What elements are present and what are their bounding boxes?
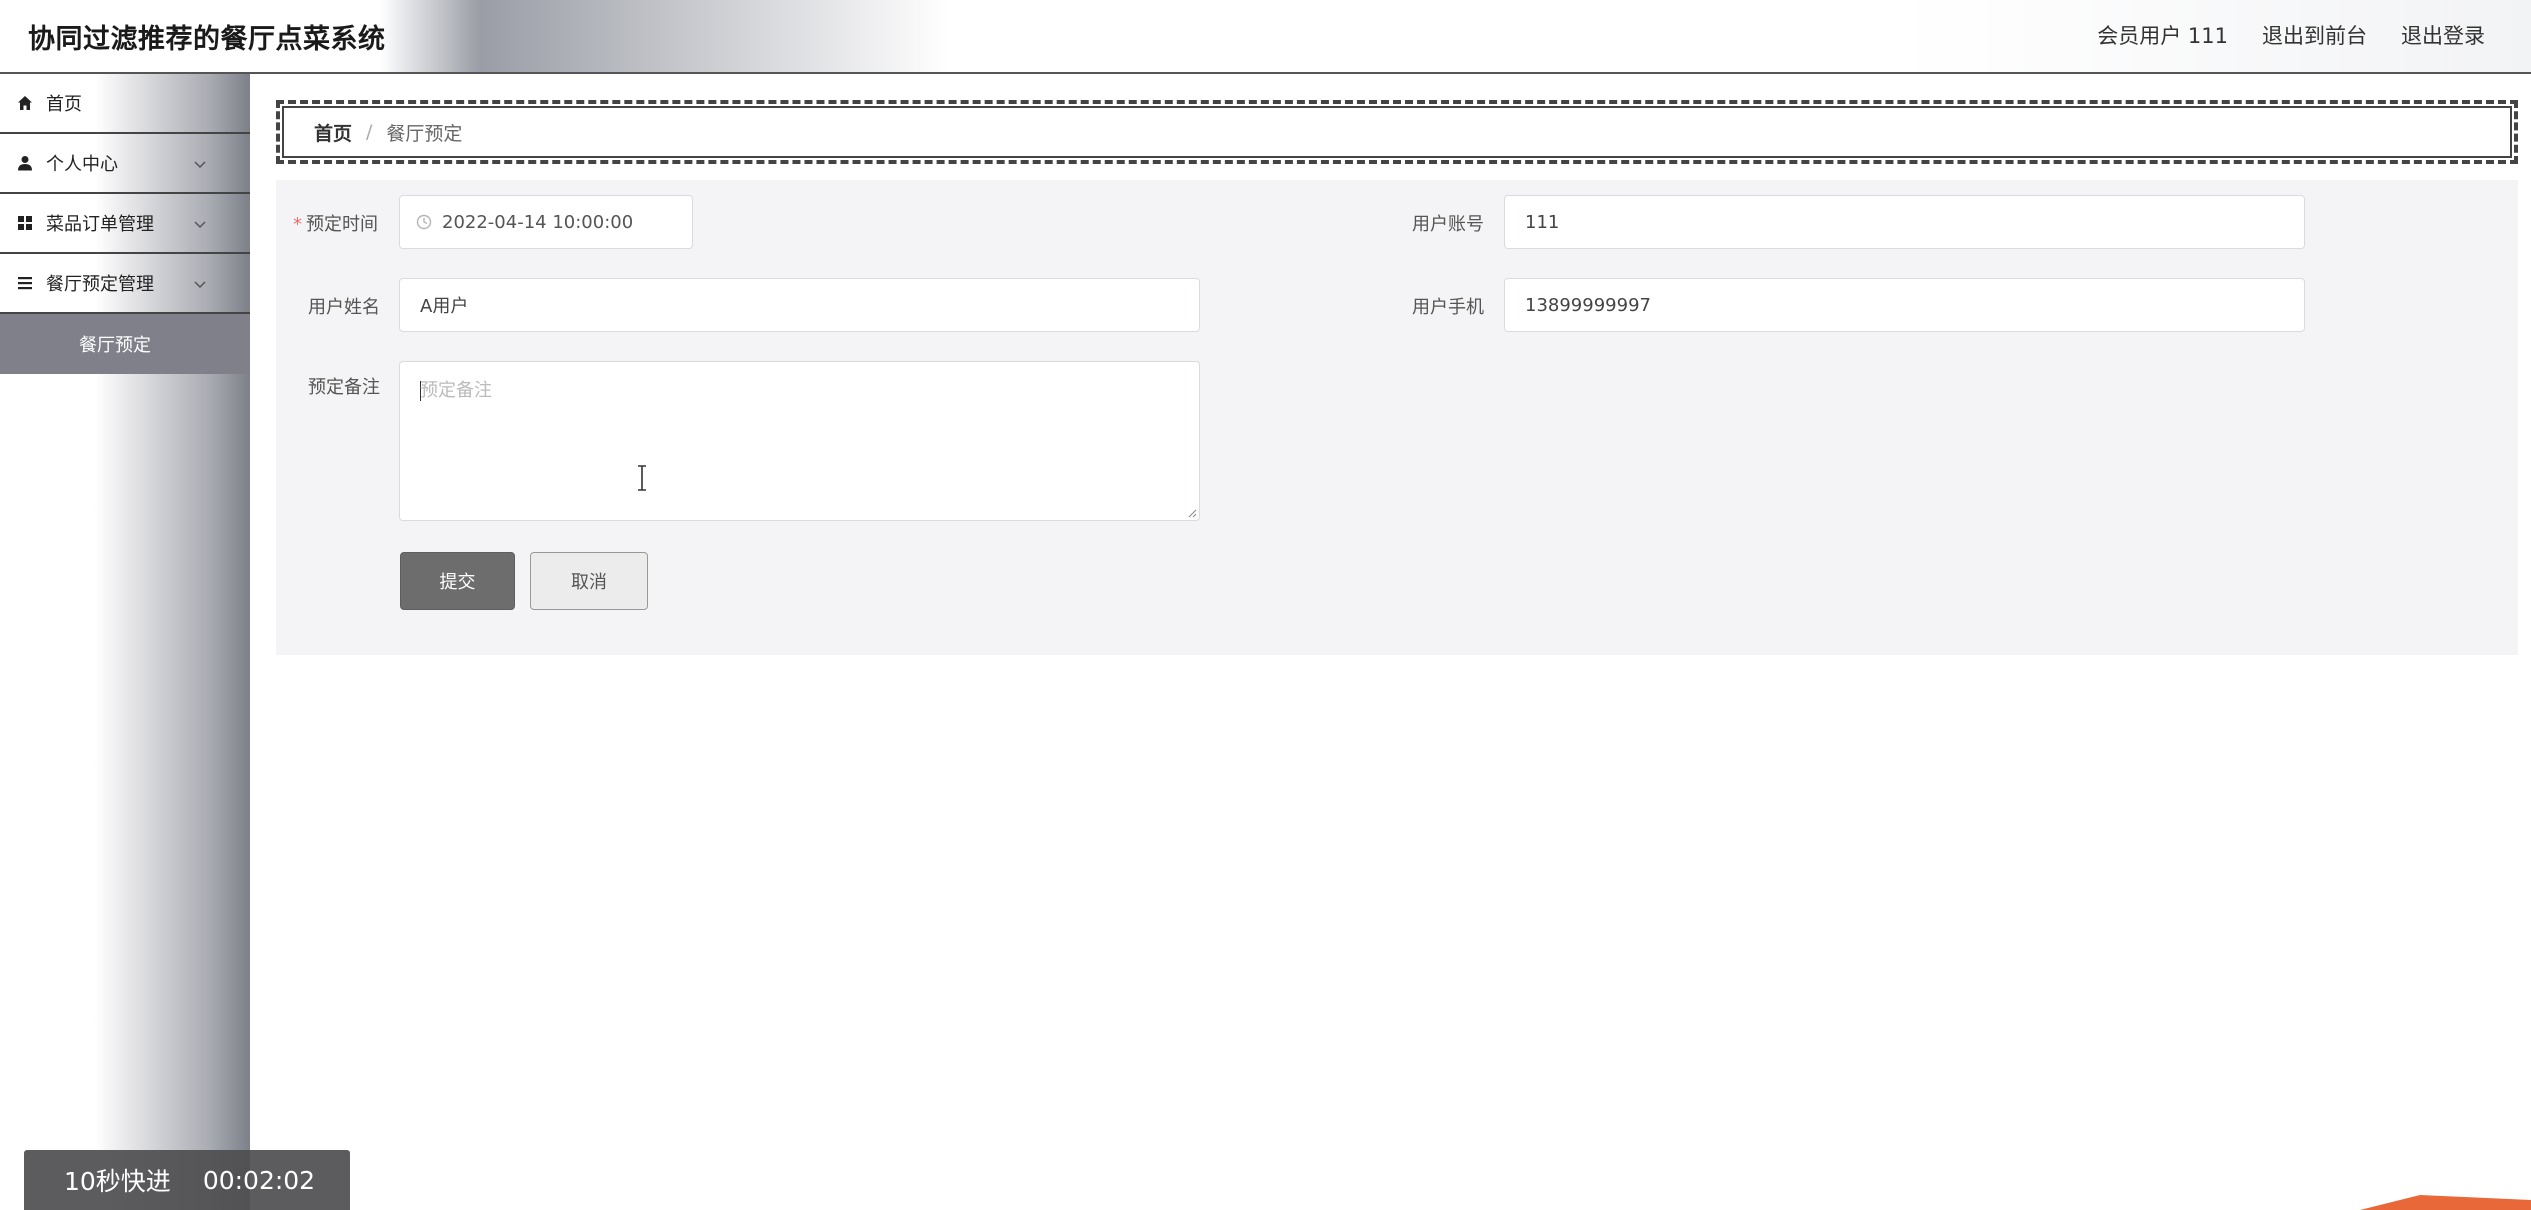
home-icon [16, 94, 34, 112]
sidebar-item-label: 餐厅预定管理 [46, 274, 154, 295]
sidebar-item-dish-orders[interactable]: 菜品订单管理 [0, 194, 250, 254]
reservation-form: * 预定时间 2022-04-14 10:00:00 用户账号 111 用户姓名 … [276, 180, 2518, 655]
note-label: 预定备注 [308, 377, 380, 398]
sidebar-item-label: 个人中心 [46, 154, 118, 175]
account-label: 用户账号 [1412, 214, 1484, 235]
sidebar: 首页 个人中心 菜品订单管理 餐厅预定管理 餐厅预定 [0, 74, 250, 1210]
sidebar-subitem-restaurant-reservation[interactable]: 餐厅预定 [0, 314, 250, 374]
phone-value: 13899999997 [1525, 294, 1651, 316]
name-value: A用户 [420, 296, 469, 317]
submit-button[interactable]: 提交 [400, 552, 515, 610]
required-mark: * [293, 214, 302, 235]
back-to-frontend-link[interactable]: 退出到前台 [2262, 20, 2367, 50]
app-title: 协同过滤推荐的餐厅点菜系统 [28, 24, 386, 55]
breadcrumb: 首页 / 餐厅预定 [276, 100, 2518, 164]
breadcrumb-current: 餐厅预定 [386, 122, 463, 145]
resize-handle-icon[interactable] [1187, 508, 1197, 518]
logout-link[interactable]: 退出登录 [2401, 20, 2485, 50]
grid-icon [16, 214, 34, 232]
header-links: 会员用户 111 退出到前台 退出登录 [2097, 20, 2485, 50]
clock-icon [416, 214, 432, 230]
reserve-time-label: * 预定时间 [293, 214, 378, 235]
ibeam-cursor-icon [638, 465, 646, 491]
top-header: 协同过滤推荐的餐厅点菜系统 会员用户 111 退出到前台 退出登录 [0, 0, 2531, 74]
breadcrumb-home[interactable]: 首页 [314, 119, 352, 146]
note-textarea[interactable]: 预定备注 [399, 361, 1200, 521]
reserve-time-picker[interactable]: 2022-04-14 10:00:00 [399, 195, 693, 249]
name-field[interactable]: A用户 [399, 278, 1200, 332]
sidebar-item-label: 菜品订单管理 [46, 214, 154, 235]
user-icon [16, 154, 34, 172]
account-value: 111 [1525, 211, 1560, 233]
playback-time: 00:02:02 [202, 1165, 316, 1195]
breadcrumb-separator: / [366, 121, 373, 143]
name-label: 用户姓名 [308, 297, 380, 318]
account-field[interactable]: 111 [1504, 195, 2305, 249]
sidebar-item-profile[interactable]: 个人中心 [0, 134, 250, 194]
reserve-time-value: 2022-04-14 10:00:00 [442, 211, 634, 233]
sidebar-item-label: 首页 [46, 94, 82, 115]
list-icon [16, 274, 34, 292]
corner-decoration [2360, 1195, 2531, 1210]
phone-label: 用户手机 [1412, 297, 1484, 318]
phone-field[interactable]: 13899999997 [1504, 278, 2305, 332]
chevron-down-icon [194, 161, 206, 169]
note-placeholder: 预定备注 [420, 380, 492, 401]
chevron-down-icon [194, 221, 206, 229]
sidebar-item-reservation-mgmt[interactable]: 餐厅预定管理 [0, 254, 250, 314]
chevron-down-icon [194, 281, 206, 289]
video-overlay: 10秒快进 00:02:02 [24, 1150, 350, 1210]
member-user-link[interactable]: 会员用户 111 [2097, 20, 2228, 50]
cancel-button[interactable]: 取消 [530, 552, 648, 610]
sidebar-item-home[interactable]: 首页 [0, 74, 250, 134]
fast-forward-label[interactable]: 10秒快进 [64, 1162, 171, 1198]
